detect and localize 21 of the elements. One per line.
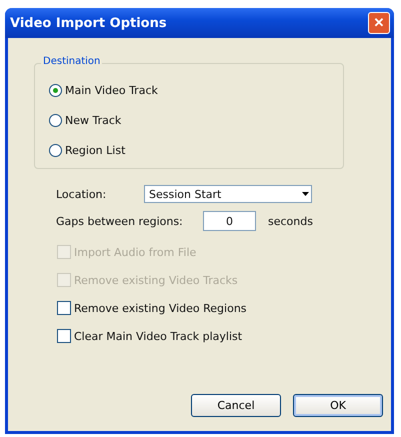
radio-label[interactable]: Region List <box>65 144 126 156</box>
dropdown-arrow-icon[interactable] <box>302 192 309 196</box>
dialog-button[interactable]: Cancel <box>191 394 281 417</box>
gaps-label: Gaps between regions: <box>56 214 184 228</box>
radio-label[interactable]: Main Video Track <box>65 84 158 96</box>
checkbox-label[interactable]: Clear Main Video Track playlist <box>74 330 242 342</box>
window-title: Video Import Options <box>10 16 167 30</box>
location-label: Location: <box>56 188 108 200</box>
radio-button[interactable] <box>49 114 62 126</box>
checkbox[interactable] <box>57 329 71 343</box>
radio-button[interactable] <box>49 84 62 96</box>
location-dropdown[interactable]: Session Start <box>144 185 312 203</box>
radio-button[interactable] <box>49 144 62 156</box>
group-label: Destination <box>41 56 102 67</box>
dialog-button[interactable]: OK <box>293 394 383 417</box>
checkbox-label[interactable]: Remove existing Video Regions <box>74 302 247 314</box>
checkbox[interactable] <box>57 301 71 315</box>
gaps-input[interactable]: 0 <box>203 211 256 231</box>
close-button[interactable]: ✕ <box>368 12 390 34</box>
radio-label[interactable]: New Track <box>65 114 122 126</box>
unit-label: seconds <box>268 214 313 228</box>
